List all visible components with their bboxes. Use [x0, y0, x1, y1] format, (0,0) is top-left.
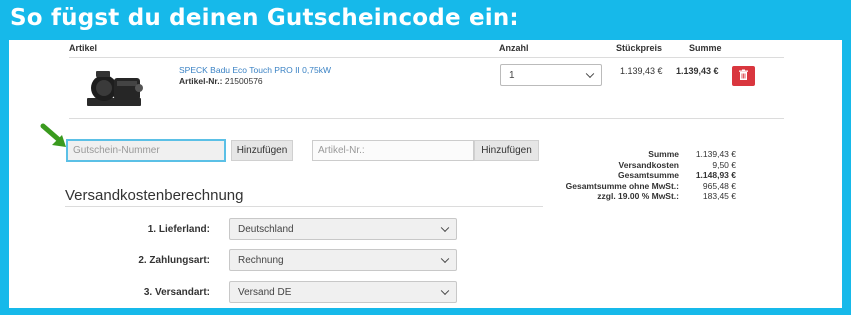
- add-voucher-label: Hinzufügen: [236, 145, 288, 156]
- item-total: 1.139,43 €: [676, 66, 719, 76]
- article-number-label: Artikel-Nr.:: [179, 76, 223, 86]
- totals-label: Gesamtsumme ohne MwSt.:: [565, 180, 679, 191]
- payment-label: 2. Zahlungsart:: [138, 255, 210, 266]
- totals-label: Summe: [648, 149, 679, 159]
- totals-value: 183,45 €: [702, 191, 736, 201]
- header-divider: [69, 57, 784, 58]
- header-banner: So fügst du deinen Gutscheincode ein:: [0, 0, 851, 40]
- chevron-down-icon: [440, 254, 450, 264]
- totals-value: 1.139,43 €: [695, 149, 736, 159]
- shipping-section-title: Versandkostenberechnung: [65, 187, 244, 204]
- shipping-method-value: Versand DE: [238, 286, 292, 298]
- unit-price: 1.139,43 €: [620, 66, 663, 76]
- totals-value: 9,50 €: [712, 159, 736, 170]
- pool-pump-image: [84, 68, 152, 110]
- shipping-method-select[interactable]: Versand DE: [229, 281, 457, 303]
- country-label: 1. Lieferland:: [147, 224, 210, 235]
- totals-value: 1.148,93 €: [695, 170, 736, 180]
- shipping-method-label: 3. Versandart:: [143, 287, 210, 298]
- quantity-select[interactable]: 1: [500, 64, 602, 86]
- payment-select[interactable]: Rechnung: [229, 249, 457, 271]
- column-header-article: Artikel: [69, 43, 98, 53]
- add-voucher-button[interactable]: Hinzufügen: [231, 140, 293, 161]
- totals-label: Versandkosten: [618, 159, 679, 170]
- payment-value: Rechnung: [238, 254, 284, 266]
- row-divider: [69, 118, 784, 119]
- totals-label: Gesamtsumme: [618, 170, 679, 180]
- column-header-total: Summe: [689, 43, 722, 53]
- chevron-down-icon: [440, 286, 450, 296]
- delete-item-button[interactable]: [732, 66, 755, 86]
- banner-title: So fügst du deinen Gutscheincode ein:: [10, 5, 519, 31]
- cart-panel: Artikel Anzahl Stückpreis Summe SPECK Ba…: [9, 40, 842, 308]
- product-article-number: Artikel-Nr.: 21500576: [179, 76, 263, 86]
- shipping-divider: [65, 206, 543, 207]
- column-header-quantity: Anzahl: [499, 43, 529, 53]
- column-header-unit-price: Stückpreis: [616, 43, 663, 53]
- chevron-down-icon: [585, 69, 595, 79]
- chevron-down-icon: [440, 223, 450, 233]
- article-number-input[interactable]: Artikel-Nr.:: [312, 140, 474, 161]
- totals-value: 965,48 €: [702, 180, 736, 191]
- article-number-placeholder: Artikel-Nr.:: [318, 145, 365, 156]
- trash-icon: [739, 69, 748, 80]
- voucher-code-input[interactable]: Gutschein-Nummer: [66, 139, 226, 162]
- totals-label: zzgl. 19.00 % MwSt.:: [597, 191, 679, 201]
- voucher-placeholder: Gutschein-Nummer: [73, 145, 160, 156]
- quantity-value: 1: [509, 69, 515, 81]
- product-name-link[interactable]: SPECK Badu Eco Touch PRO II 0,75kW: [179, 65, 331, 75]
- country-select[interactable]: Deutschland: [229, 218, 457, 240]
- country-value: Deutschland: [238, 223, 294, 235]
- article-number-value: 21500576: [224, 76, 263, 86]
